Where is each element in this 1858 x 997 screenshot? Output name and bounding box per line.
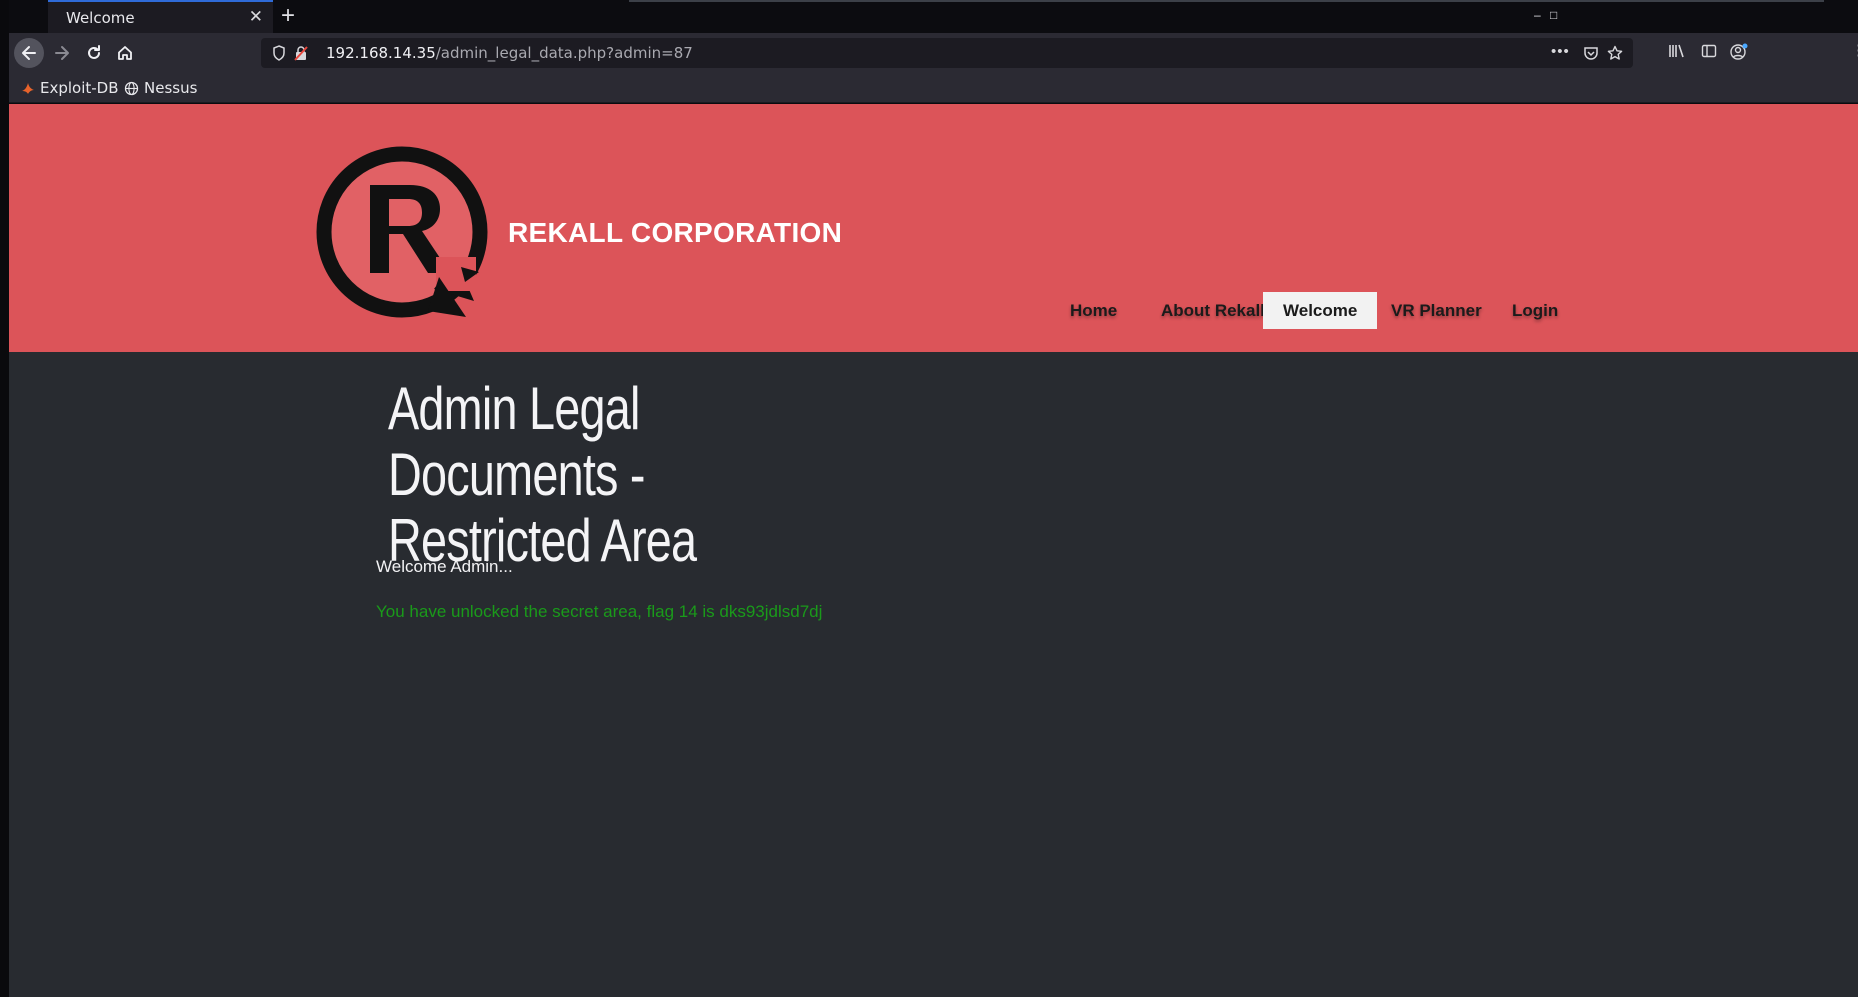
exploit-db-icon — [22, 83, 34, 94]
tab-welcome[interactable]: Welcome ✕ — [48, 0, 273, 33]
forward-button[interactable] — [47, 38, 77, 68]
star-icon[interactable] — [1607, 45, 1623, 61]
site-header: REKALL CORPORATION Home About Rekall Wel… — [9, 104, 1858, 352]
web-page: REKALL CORPORATION Home About Rekall Wel… — [9, 104, 1858, 997]
library-icon[interactable] — [1668, 43, 1686, 59]
nav-home[interactable]: Home — [1050, 292, 1137, 329]
new-tab-button[interactable]: + — [281, 3, 295, 29]
bookmarks-toolbar: Exploit-DB Nessus — [9, 73, 1858, 103]
page-actions-button[interactable]: ••• — [1551, 43, 1570, 60]
minimize-button[interactable]: – — [1534, 8, 1541, 22]
bookmark-exploit-db[interactable]: Exploit-DB — [21, 79, 119, 97]
url-bar[interactable]: 192.168.14.35/admin_legal_data.php?admin… — [261, 38, 1633, 68]
brand-name: REKALL CORPORATION — [508, 217, 843, 248]
url-path: /admin_legal_data.php?admin=87 — [435, 44, 693, 62]
page-title: Admin Legal Documents - Restricted Area — [388, 375, 697, 574]
nav-welcome[interactable]: Welcome — [1263, 292, 1378, 329]
forward-arrow-icon — [55, 46, 69, 60]
url-text[interactable]: 192.168.14.35/admin_legal_data.php?admin… — [326, 44, 693, 62]
back-arrow-icon — [22, 46, 36, 60]
rekall-logo[interactable] — [316, 137, 516, 327]
sidebar-icon[interactable] — [1701, 43, 1717, 59]
navigation-toolbar: 192.168.14.35/admin_legal_data.php?admin… — [9, 33, 1858, 73]
shield-icon[interactable] — [272, 45, 286, 61]
reload-icon — [88, 45, 100, 59]
bookmark-nessus[interactable]: Nessus — [124, 79, 197, 97]
tab-close-icon[interactable]: ✕ — [249, 7, 263, 27]
bookmark-label: Exploit-DB — [40, 79, 119, 97]
insecure-lock-icon[interactable] — [294, 45, 308, 61]
tab-title: Welcome — [66, 9, 135, 27]
back-button[interactable] — [14, 38, 44, 68]
nav-vr-planner[interactable]: VR Planner — [1371, 292, 1502, 329]
menu-button[interactable]: ⋮ — [1851, 41, 1858, 59]
globe-icon — [124, 81, 139, 95]
account-icon[interactable] — [1729, 43, 1749, 61]
pocket-icon[interactable] — [1583, 45, 1599, 61]
maximize-button[interactable]: □ — [1550, 8, 1557, 22]
window-edge — [0, 0, 9, 997]
welcome-message: Welcome Admin... — [376, 557, 513, 576]
bookmark-label: Nessus — [144, 79, 198, 97]
url-host: 192.168.14.35 — [326, 44, 436, 62]
nav-login[interactable]: Login — [1492, 292, 1578, 329]
tab-strip-divider — [629, 0, 1824, 2]
home-button[interactable] — [110, 38, 140, 68]
home-icon — [118, 46, 132, 60]
tab-strip: Welcome ✕ + – □ — [9, 0, 1858, 33]
reload-button[interactable] — [79, 38, 109, 68]
flag-message: You have unlocked the secret area, flag … — [376, 602, 823, 621]
